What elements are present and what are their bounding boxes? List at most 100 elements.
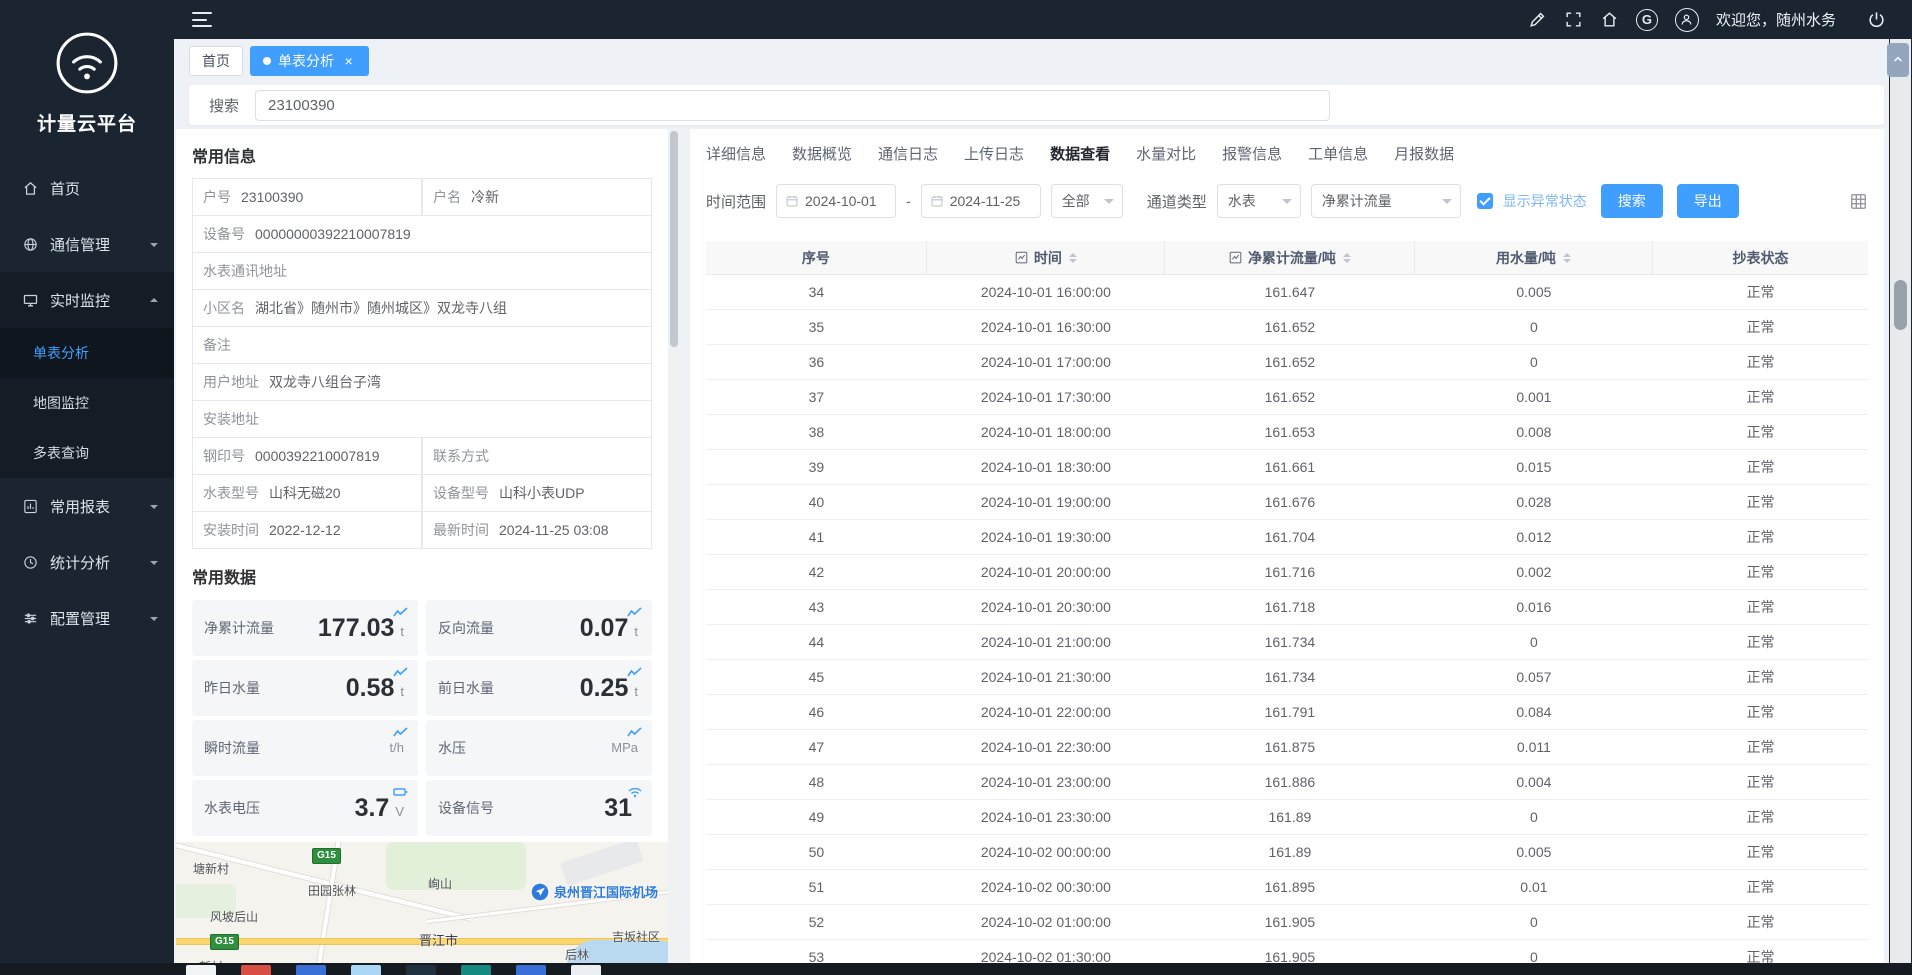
table-row[interactable]: 39 2024-10-01 18:30:00 161.661 0.015 正常 xyxy=(706,450,1868,485)
tab-upload-log[interactable]: 上传日志 xyxy=(964,143,1024,166)
channel-select[interactable]: 水表 xyxy=(1217,184,1301,218)
tab-alarm-info[interactable]: 报警信息 xyxy=(1222,143,1282,166)
tab-home[interactable]: 首页 xyxy=(189,46,243,76)
cell-status: 正常 xyxy=(1653,555,1868,589)
active-dot-icon xyxy=(263,57,271,65)
table-row[interactable]: 34 2024-10-01 16:00:00 161.647 0.005 正常 xyxy=(706,275,1868,310)
table-row[interactable]: 37 2024-10-01 17:30:00 161.652 0.001 正常 xyxy=(706,380,1868,415)
app-logo-icon xyxy=(54,30,120,96)
table-row[interactable]: 48 2024-10-01 23:00:00 161.886 0.004 正常 xyxy=(706,765,1868,800)
sidebar-item-config[interactable]: 配置管理 xyxy=(0,590,174,646)
col-header-status[interactable]: 抄表状态 xyxy=(1653,241,1868,274)
table-row[interactable]: 42 2024-10-01 20:00:00 161.716 0.002 正常 xyxy=(706,555,1868,590)
table-row[interactable]: 43 2024-10-01 20:30:00 161.718 0.016 正常 xyxy=(706,590,1868,625)
taskbar-app-icon[interactable] xyxy=(516,965,546,975)
edit-icon[interactable] xyxy=(1528,10,1547,29)
info-field: 用户地址 双龙寺八组台子湾 xyxy=(192,363,652,401)
field-value: 23100390 xyxy=(241,189,303,205)
tab-detail-info[interactable]: 详细信息 xyxy=(706,143,766,166)
taskbar-app-icon[interactable] xyxy=(406,965,436,975)
taskbar-app-icon[interactable] xyxy=(571,965,601,975)
airport-poi[interactable]: 泉州晋江国际机场 xyxy=(531,882,658,901)
taskbar-app-icon[interactable] xyxy=(241,965,271,975)
cell-flow: 161.895 xyxy=(1165,870,1415,904)
sort-icon[interactable] xyxy=(1069,253,1077,263)
cell-usage: 0.015 xyxy=(1415,450,1653,484)
taskbar-app-icon[interactable] xyxy=(351,965,381,975)
tab-water-compare[interactable]: 水量对比 xyxy=(1136,143,1196,166)
cell-status: 正常 xyxy=(1653,905,1868,939)
close-icon[interactable] xyxy=(341,54,356,69)
table-row[interactable]: 44 2024-10-01 21:00:00 161.734 0 正常 xyxy=(706,625,1868,660)
sidebar-item-statistics[interactable]: 统计分析 xyxy=(0,534,174,590)
field-label: 最新时间 xyxy=(433,520,489,540)
stat-label: 水表电压 xyxy=(204,798,260,818)
table-row[interactable]: 50 2024-10-02 00:00:00 161.89 0.005 正常 xyxy=(706,835,1868,870)
table-row[interactable]: 40 2024-10-01 19:00:00 161.676 0.028 正常 xyxy=(706,485,1868,520)
table-row[interactable]: 53 2024-10-02 01:30:00 161.905 0 正常 xyxy=(706,940,1868,963)
stat-label: 净累计流量 xyxy=(204,618,274,638)
sidebar-item-home[interactable]: 首页 xyxy=(0,160,174,216)
tab-comm-log[interactable]: 通信日志 xyxy=(878,143,938,166)
columns-settings-icon[interactable] xyxy=(1849,192,1868,211)
scrollbar-thumb[interactable] xyxy=(1894,280,1907,330)
col-header-usage[interactable]: 用水量/吨 xyxy=(1415,241,1653,274)
metric-select[interactable]: 净累计流量 xyxy=(1311,184,1461,218)
table-row[interactable]: 46 2024-10-01 22:00:00 161.791 0.084 正常 xyxy=(706,695,1868,730)
sidebar-item-reports[interactable]: 常用报表 xyxy=(0,478,174,534)
avatar[interactable] xyxy=(1675,8,1699,32)
cell-no: 45 xyxy=(706,660,927,694)
cell-status: 正常 xyxy=(1653,695,1868,729)
table-row[interactable]: 49 2024-10-01 23:30:00 161.89 0 正常 xyxy=(706,800,1868,835)
col-header-no[interactable]: 序号 xyxy=(706,241,927,274)
table-row[interactable]: 51 2024-10-02 00:30:00 161.895 0.01 正常 xyxy=(706,870,1868,905)
taskbar-app-icon[interactable] xyxy=(186,965,216,975)
taskbar-app-icon[interactable] xyxy=(461,965,491,975)
sidebar-toggle-icon[interactable] xyxy=(192,12,212,27)
table-row[interactable]: 38 2024-10-01 18:00:00 161.653 0.008 正常 xyxy=(706,415,1868,450)
cell-flow: 161.905 xyxy=(1165,905,1415,939)
cell-time: 2024-10-01 23:30:00 xyxy=(927,800,1165,834)
sort-icon[interactable] xyxy=(1563,253,1571,263)
sidebar-item-realtime-monitor[interactable]: 实时监控 xyxy=(0,272,174,328)
home-icon[interactable] xyxy=(1600,10,1619,29)
table-row[interactable]: 45 2024-10-01 21:30:00 161.734 0.057 正常 xyxy=(706,660,1868,695)
table-row[interactable]: 52 2024-10-02 01:00:00 161.905 0 正常 xyxy=(706,905,1868,940)
field-label: 水表型号 xyxy=(203,483,259,503)
tab-data-overview[interactable]: 数据概览 xyxy=(792,143,852,166)
cell-time: 2024-10-01 19:30:00 xyxy=(927,520,1165,554)
sidebar-item-map-monitor[interactable]: 地图监控 xyxy=(0,378,174,428)
search-input[interactable] xyxy=(255,90,1330,121)
sort-icon[interactable] xyxy=(1343,253,1351,263)
power-icon[interactable] xyxy=(1867,10,1886,29)
search-button[interactable]: 搜索 xyxy=(1601,184,1663,218)
table-row[interactable]: 36 2024-10-01 17:00:00 161.652 0 正常 xyxy=(706,345,1868,380)
tab-data-view[interactable]: 数据查看 xyxy=(1050,143,1110,166)
map-label: 晋江市 xyxy=(419,930,458,949)
granularity-select[interactable]: 全部 xyxy=(1051,184,1123,218)
scroll-top-button[interactable] xyxy=(1887,43,1909,77)
export-button[interactable]: 导出 xyxy=(1677,184,1739,218)
col-header-time[interactable]: 时间 xyxy=(927,241,1165,274)
g-badge-icon[interactable]: G xyxy=(1636,9,1658,31)
col-header-flow[interactable]: 净累计流量/吨 xyxy=(1165,241,1415,274)
sidebar-item-single-meter-analysis[interactable]: 单表分析 xyxy=(0,328,174,378)
tab-monthly-report[interactable]: 月报数据 xyxy=(1394,143,1454,166)
table-row[interactable]: 41 2024-10-01 19:30:00 161.704 0.012 正常 xyxy=(706,520,1868,555)
taskbar-app-icon[interactable] xyxy=(296,965,326,975)
info-panel-scrollbar[interactable] xyxy=(669,129,679,963)
date-from-input[interactable]: 2024-10-01 xyxy=(776,184,896,218)
tab-work-order[interactable]: 工单信息 xyxy=(1308,143,1368,166)
sidebar-item-multi-meter-query[interactable]: 多表查询 xyxy=(0,428,174,478)
fullscreen-icon[interactable] xyxy=(1564,10,1583,29)
table-row[interactable]: 47 2024-10-01 22:30:00 161.875 0.011 正常 xyxy=(706,730,1868,765)
map[interactable]: G15 G15 塘新村 田园张林 峋山 风坡后山 晋江市 后林 吉坂社区 新村 … xyxy=(176,842,668,963)
tab-single-meter-analysis[interactable]: 单表分析 xyxy=(250,46,369,76)
cell-no: 44 xyxy=(706,625,927,659)
sidebar-item-communication[interactable]: 通信管理 xyxy=(0,216,174,272)
page-scrollbar[interactable] xyxy=(1890,39,1911,963)
table-row[interactable]: 35 2024-10-01 16:30:00 161.652 0 正常 xyxy=(706,310,1868,345)
date-to-input[interactable]: 2024-11-25 xyxy=(921,184,1041,218)
abnormal-checkbox[interactable] xyxy=(1477,193,1493,209)
scrollbar-thumb[interactable] xyxy=(670,131,678,347)
